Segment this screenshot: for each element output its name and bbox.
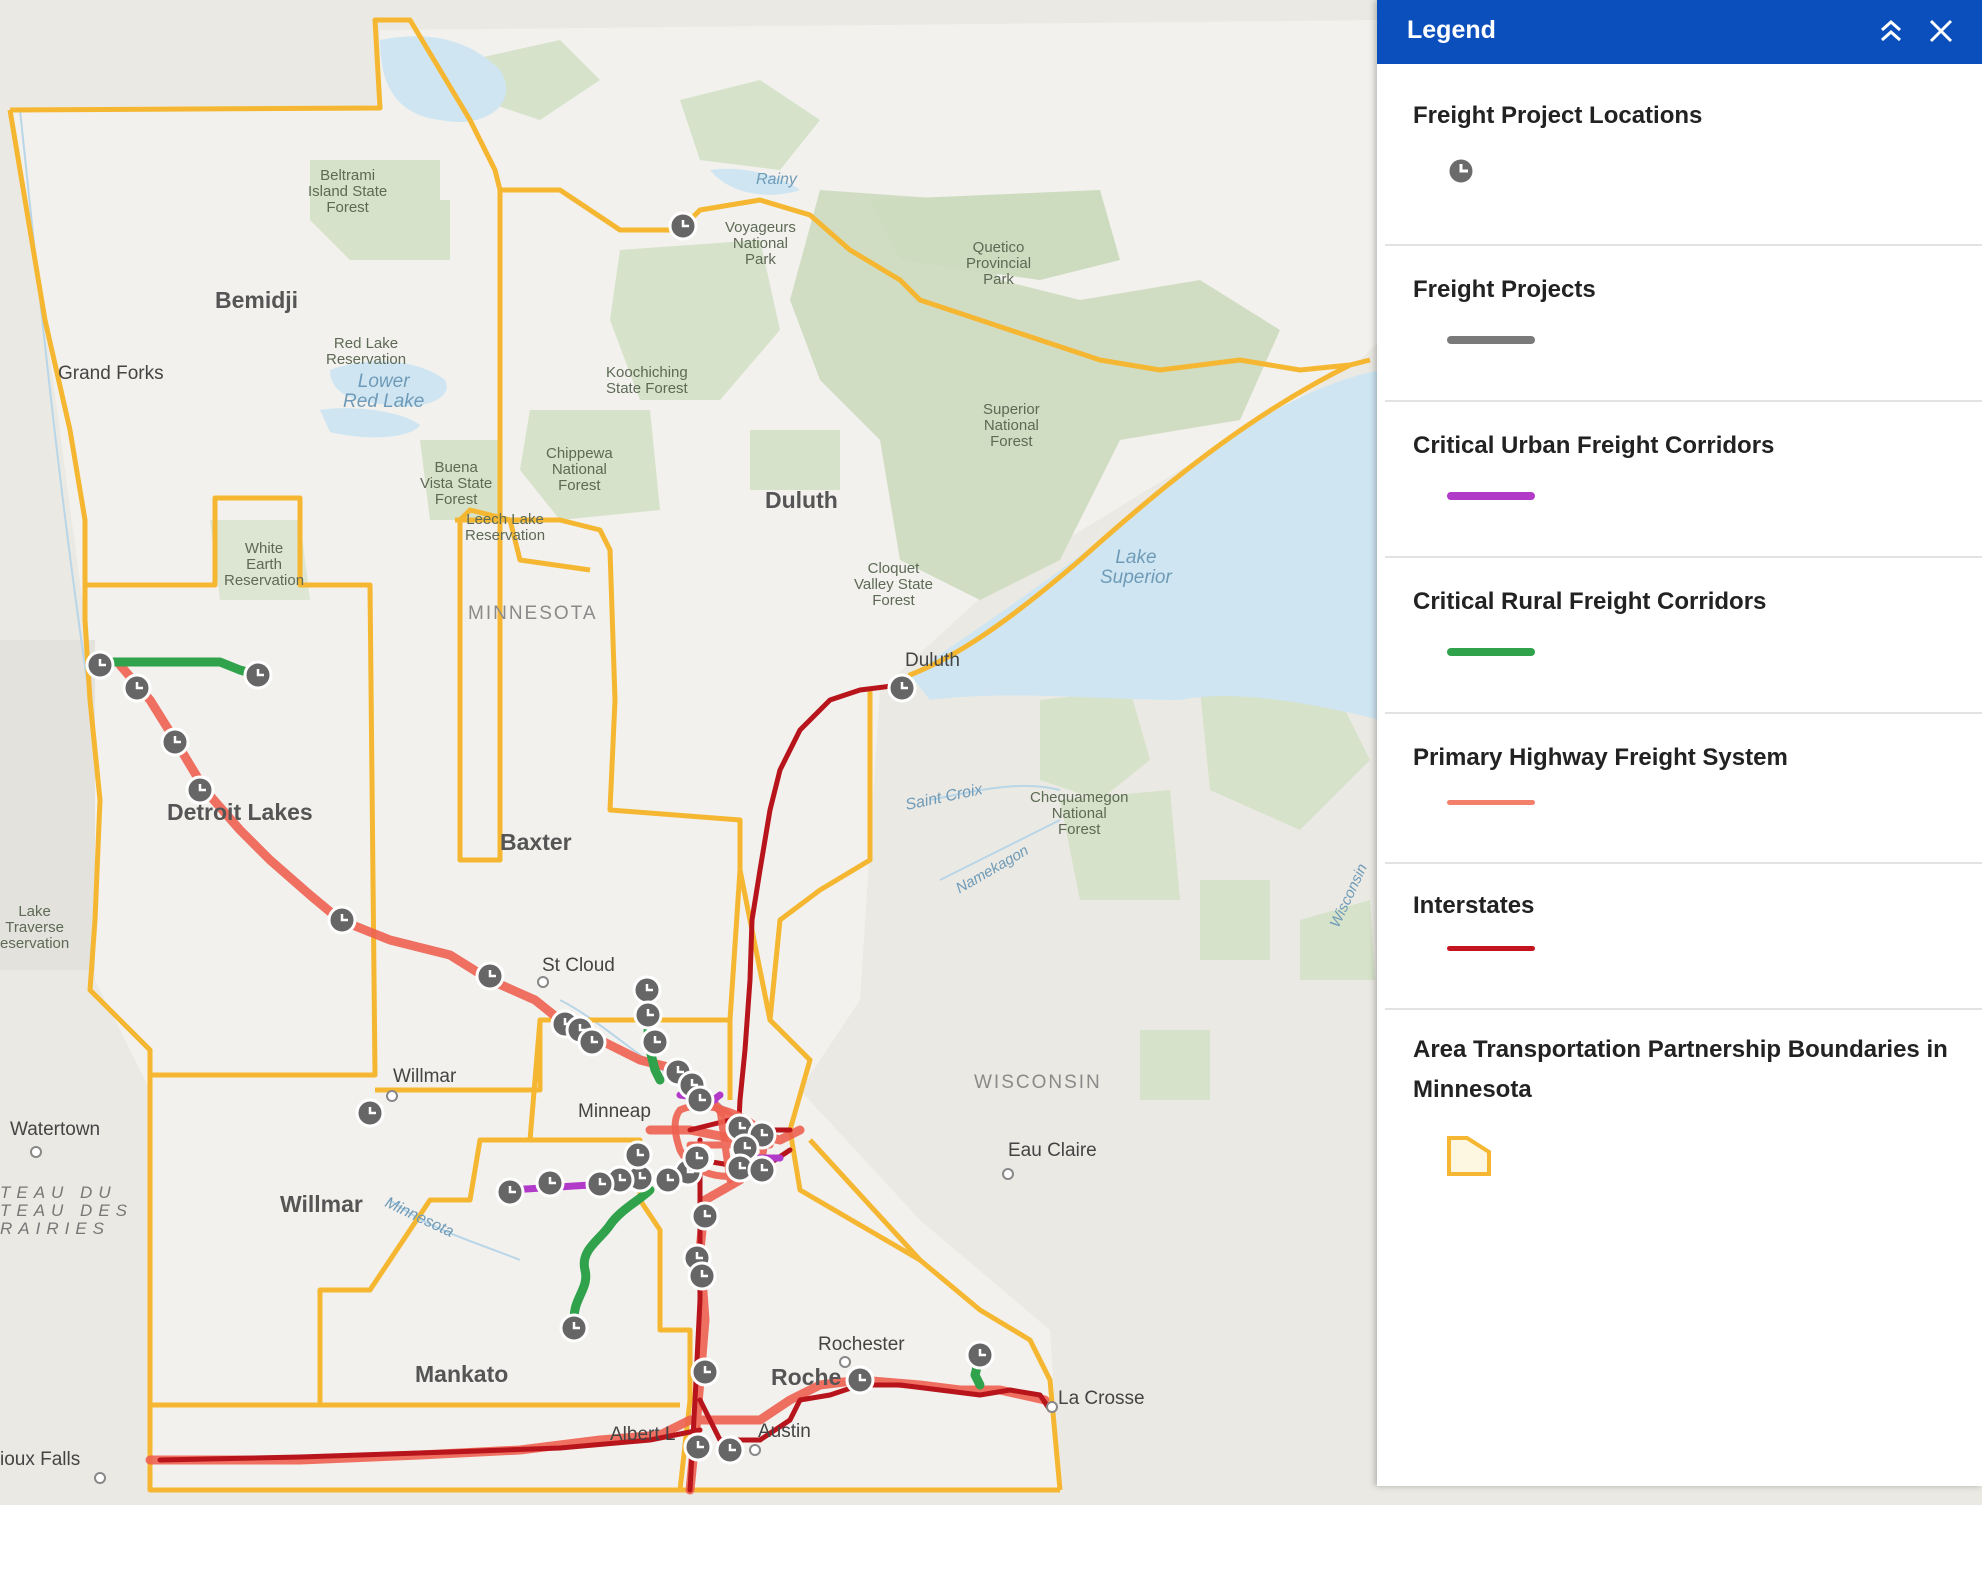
freight-project-marker[interactable]	[682, 1143, 712, 1173]
map-label-eau-claire: Eau Claire	[1008, 1140, 1097, 1161]
legend-item-critical-rural-freight-corridors: Critical Rural Freight Corridors	[1385, 556, 1982, 714]
legend-item-label: Freight Projects	[1413, 276, 1596, 303]
map-label-la-crosse: La Crosse	[1058, 1388, 1145, 1409]
map-label-lower-red-lake: Lower Red Lake	[343, 371, 425, 412]
legend-item-label: Critical Rural Freight Corridors	[1413, 588, 1767, 615]
legend-item-label: Interstates	[1413, 892, 1535, 919]
freight-project-marker[interactable]	[559, 1313, 589, 1343]
map-label-chippewa: Chippewa National Forest	[546, 445, 613, 494]
freight-project-marker[interactable]	[845, 1365, 875, 1395]
map-label-willmar-city: Willmar	[393, 1066, 457, 1087]
legend-item-primary-highway-freight-system: Primary Highway Freight System	[1385, 712, 1982, 864]
interstate-line-swatch	[1447, 946, 1535, 951]
freight-project-marker[interactable]	[683, 1432, 713, 1462]
freight-project-marker[interactable]	[687, 1261, 717, 1291]
legend-panel: Legend Freight Project Locations Freight…	[1377, 0, 1982, 1486]
freight-project-marker[interactable]	[887, 673, 917, 703]
freight-project-marker[interactable]	[355, 1098, 385, 1128]
map-label-albert-lea: Albert L	[610, 1424, 676, 1445]
freight-project-marker[interactable]	[577, 1027, 607, 1057]
map-label-leech-lake: Leech Lake Reservation	[465, 511, 546, 544]
map-label-chequamegon: Chequamegon National Forest	[1030, 789, 1129, 838]
freight-project-marker[interactable]	[85, 650, 115, 680]
legend-item-label: Area Transportation Partnership Boundari…	[1413, 1036, 1948, 1103]
legend-item-label: Critical Urban Freight Corridors	[1413, 432, 1775, 459]
map-label-rochester: Roche	[771, 1364, 842, 1390]
freight-project-marker[interactable]	[685, 1085, 715, 1115]
legend-header: Legend	[1377, 0, 1982, 64]
freight-project-marker[interactable]	[965, 1340, 995, 1370]
freight-project-marker[interactable]	[668, 211, 698, 241]
map-label-sioux-falls: ioux Falls	[0, 1449, 81, 1470]
freight-project-marker[interactable]	[715, 1435, 745, 1465]
map-label-st-cloud: St Cloud	[542, 955, 615, 976]
legend-item-freight-project-locations: Freight Project Locations	[1385, 64, 1982, 246]
legend-item-label: Primary Highway Freight System	[1413, 744, 1788, 771]
map-label-quetico: Quetico Provincial Park	[966, 239, 1032, 288]
map-label-cloquet: Cloquet Valley State Forest	[854, 560, 933, 609]
freight-project-marker[interactable]	[122, 673, 152, 703]
freight-project-marker[interactable]	[475, 961, 505, 991]
map-label-minneapolis: Minneap	[578, 1101, 651, 1122]
map-label-watertown: Watertown	[10, 1119, 101, 1140]
atp-boundary-polygon-icon	[1445, 1132, 1495, 1187]
map-label-white-earth: White Earth Reservation	[224, 540, 305, 589]
freight-project-marker[interactable]	[585, 1169, 615, 1199]
map-label-grand-forks: Grand Forks	[58, 363, 164, 384]
map-label-beltrami: Beltrami Island State Forest	[308, 167, 388, 216]
map-label-red-lake-reservation: Red Lake Reservation	[326, 335, 407, 368]
map-label-superior-nf: Superior National Forest	[983, 401, 1040, 450]
legend-item-critical-urban-freight-corridors: Critical Urban Freight Corridors	[1385, 400, 1982, 558]
legend-title: Legend	[1407, 16, 1496, 44]
map-label-duluth-city: Duluth	[905, 650, 960, 671]
freight-projects-line-swatch	[1447, 336, 1535, 344]
map-label-coteau: TEAU DU TEAU DES RAIRIES	[0, 1183, 134, 1238]
primary-highway-line-swatch	[1447, 800, 1535, 805]
freight-project-marker[interactable]	[495, 1177, 525, 1207]
freight-project-marker[interactable]	[243, 660, 273, 690]
legend-item-label: Freight Project Locations	[1413, 102, 1703, 129]
freight-project-marker[interactable]	[160, 727, 190, 757]
map-label-willmar: Willmar	[280, 1191, 363, 1217]
map-label-minnesota: MINNESOTA	[468, 603, 598, 624]
map-label-duluth: Duluth	[765, 487, 838, 513]
map-label-austin: Austin	[758, 1421, 811, 1442]
close-icon[interactable]	[1924, 14, 1958, 48]
freight-project-marker[interactable]	[690, 1201, 720, 1231]
map-label-wisconsin: WISCONSIN	[974, 1072, 1102, 1093]
legend-item-interstates: Interstates	[1385, 862, 1982, 1010]
map-label-bemidji: Bemidji	[215, 287, 299, 313]
map-label-koochiching: Koochiching State Forest	[606, 364, 688, 397]
urban-corridor-line-swatch	[1447, 492, 1535, 500]
freight-project-marker[interactable]	[327, 905, 357, 935]
freight-project-marker[interactable]	[535, 1168, 565, 1198]
freight-project-marker[interactable]	[640, 1027, 670, 1057]
rural-corridor-line-swatch	[1447, 648, 1535, 656]
freight-project-marker[interactable]	[747, 1155, 777, 1185]
legend-item-atp-boundaries: Area Transportation Partnership Boundari…	[1385, 1008, 1982, 1248]
chevron-double-up-icon[interactable]	[1874, 14, 1908, 48]
map-label-buena-vista: Buena Vista State Forest	[420, 459, 493, 508]
map-label-lake-superior: Lake Superior	[1100, 547, 1172, 588]
freight-project-marker[interactable]	[653, 1165, 683, 1195]
freight-project-marker[interactable]	[623, 1140, 653, 1170]
freight-project-marker[interactable]	[690, 1357, 720, 1387]
freight-project-marker-icon	[1444, 154, 1478, 193]
map-label-lake-traverse: Lake Traverse eservation	[0, 903, 70, 952]
map-label-rochester-city: Rochester	[818, 1334, 905, 1355]
legend-item-freight-projects: Freight Projects	[1385, 244, 1982, 402]
map-label-rainy: Rainy	[756, 171, 797, 188]
map-label-mankato: Mankato	[415, 1361, 509, 1387]
freight-project-marker[interactable]	[633, 1000, 663, 1030]
map-label-detroit-lakes: Detroit Lakes	[167, 799, 313, 825]
map-label-voyageurs: Voyageurs National Park	[725, 219, 796, 268]
freight-project-marker[interactable]	[632, 975, 662, 1005]
map-label-baxter: Baxter	[500, 829, 572, 855]
